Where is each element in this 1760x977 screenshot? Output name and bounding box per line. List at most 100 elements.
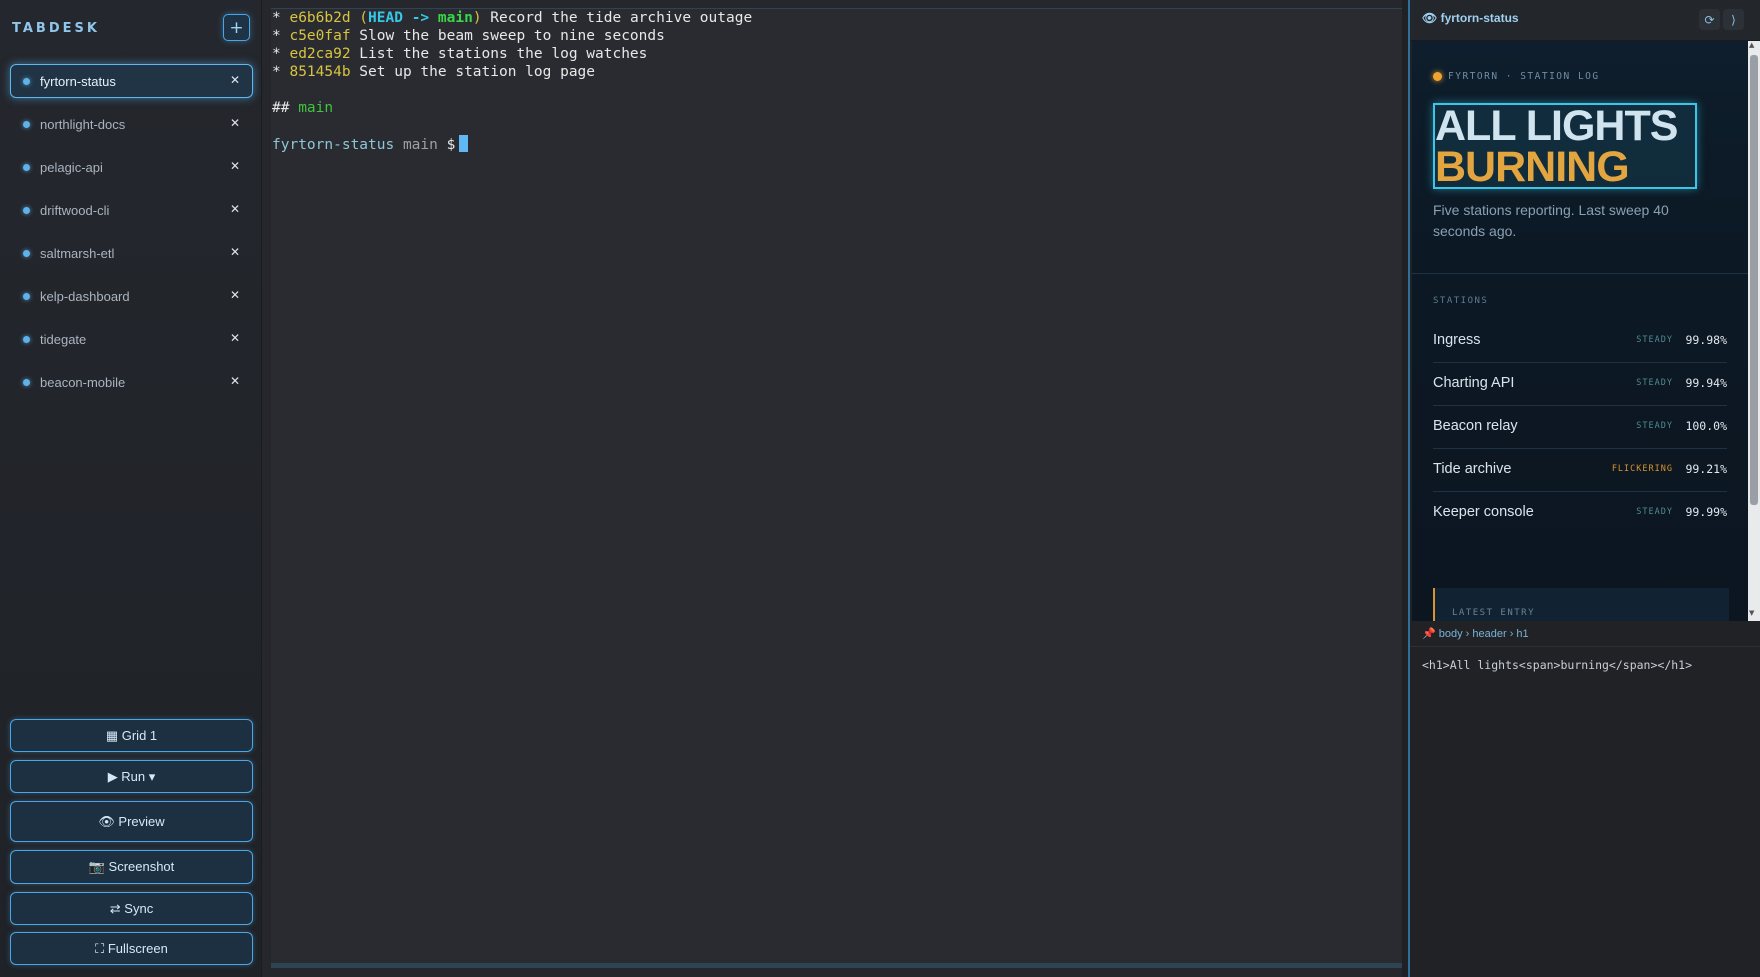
station-name: Keeper console bbox=[1433, 504, 1534, 520]
preview-panel: 👁 fyrtorn-status ⟳ ⟩ FYRTORN · STATION L… bbox=[1408, 0, 1760, 977]
commit-hash: e6b6b2d bbox=[289, 10, 351, 26]
preview-scrollbar[interactable]: ▲ ▼ bbox=[1748, 41, 1760, 621]
breadcrumb-path: body › header › h1 bbox=[1438, 628, 1529, 640]
run-button[interactable]: ▶ Run ▾ bbox=[10, 760, 253, 793]
commit-message: Slow the beam sweep to nine seconds bbox=[350, 28, 665, 44]
screenshot-button[interactable]: 📷 Screenshot bbox=[10, 850, 253, 884]
scroll-down-icon[interactable]: ▼ bbox=[1749, 609, 1754, 617]
close-icon[interactable]: ✕ bbox=[230, 73, 240, 87]
refresh-icon[interactable]: ⟳ bbox=[1699, 9, 1720, 30]
element-breadcrumb-bar: 📌 body › header › h1 bbox=[1410, 622, 1760, 647]
station-row: Ingress STEADY 99.98% bbox=[1433, 320, 1727, 363]
latest-entry-card: LATEST ENTRY bbox=[1433, 588, 1729, 621]
station-uptime: 99.99% bbox=[1685, 505, 1727, 519]
commit-hash: c5e0faf bbox=[289, 28, 351, 44]
tab-beacon-mobile[interactable]: beacon-mobile ✕ bbox=[10, 365, 253, 399]
station-name: Charting API bbox=[1433, 375, 1515, 391]
status-dot-icon bbox=[23, 249, 30, 257]
prompt-branch: main bbox=[394, 137, 447, 153]
status-dot-icon bbox=[23, 206, 30, 214]
preview-button[interactable]: 👁 Preview bbox=[10, 801, 253, 842]
beacon-lamp-icon bbox=[1433, 72, 1442, 81]
grid-button[interactable]: ▦ Grid 1 bbox=[10, 719, 253, 752]
station-row: Keeper console STEADY 99.99% bbox=[1433, 492, 1727, 535]
close-icon[interactable]: ✕ bbox=[230, 331, 240, 345]
commit-message: Set up the station log page bbox=[350, 64, 596, 80]
commit-message: Record the tide archive outage bbox=[481, 10, 753, 26]
site-eyebrow: FYRTORN · STATION LOG bbox=[1433, 71, 1600, 82]
station-uptime: 100.0% bbox=[1685, 419, 1727, 433]
new-tab-button[interactable]: + bbox=[223, 14, 250, 41]
station-uptime: 99.94% bbox=[1685, 376, 1727, 390]
close-icon[interactable]: ✕ bbox=[230, 374, 240, 388]
close-icon[interactable]: ✕ bbox=[230, 245, 240, 259]
scroll-up-icon[interactable]: ▲ bbox=[1749, 41, 1754, 49]
prompt-symbol: $ bbox=[446, 137, 456, 153]
station-status: STEADY bbox=[1636, 378, 1673, 388]
station-row: Beacon relay STEADY 100.0% bbox=[1433, 406, 1727, 449]
hero-heading: All lights burning bbox=[1433, 103, 1697, 189]
preview-viewport[interactable]: FYRTORN · STATION LOG All lights burning… bbox=[1412, 41, 1748, 621]
prompt-line: fyrtorn-status main $ bbox=[272, 135, 469, 153]
log-line: * 851454b Set up the station log page bbox=[272, 64, 596, 80]
pin-icon: 📌 bbox=[1422, 628, 1436, 640]
log-line: * c5e0faf Slow the beam sweep to nine se… bbox=[272, 28, 665, 44]
station-row: Charting API STEADY 99.94% bbox=[1433, 363, 1727, 406]
latest-entry-label: LATEST ENTRY bbox=[1452, 608, 1536, 618]
stations-heading: STATIONS bbox=[1433, 296, 1489, 306]
branch-ref: main bbox=[437, 10, 473, 26]
tab-saltmarsh-etl[interactable]: saltmarsh-etl ✕ bbox=[10, 236, 253, 270]
station-status: STEADY bbox=[1636, 335, 1673, 345]
tab-label: fyrtorn-status bbox=[40, 73, 116, 89]
status-branch: main bbox=[298, 100, 334, 116]
status-dot-icon bbox=[23, 292, 30, 300]
status-dot-icon bbox=[23, 120, 30, 128]
station-name: Tide archive bbox=[1433, 461, 1512, 477]
close-icon[interactable]: ✕ bbox=[230, 116, 240, 130]
status-dot-icon bbox=[23, 378, 30, 386]
breadcrumb[interactable]: 📌 body › header › h1 bbox=[1422, 627, 1529, 640]
terminal-output: * e6b6b2d (HEAD -> main) Record the tide… bbox=[272, 9, 752, 154]
tab-label: tidegate bbox=[40, 331, 87, 347]
station-row: Tide archive FLICKERING 99.21% bbox=[1433, 449, 1727, 492]
tab-fyrtorn-status[interactable]: fyrtorn-status ✕ bbox=[10, 64, 253, 98]
station-name: Beacon relay bbox=[1433, 418, 1518, 434]
station-name: Ingress bbox=[1433, 332, 1481, 348]
tab-label: pelagic-api bbox=[40, 159, 103, 175]
tab-label: northlight-docs bbox=[40, 116, 126, 132]
text-cursor bbox=[459, 135, 469, 152]
status-dot-icon bbox=[23, 77, 30, 85]
status-dot-icon bbox=[23, 335, 30, 343]
tab-pelagic-api[interactable]: pelagic-api ✕ bbox=[10, 150, 253, 184]
preview-title: 👁 fyrtorn-status bbox=[1422, 11, 1519, 25]
commit-hash: 851454b bbox=[289, 64, 351, 80]
sidebar: TABDESK + fyrtorn-status ✕ northlight-do… bbox=[0, 0, 262, 977]
tab-label: beacon-mobile bbox=[40, 374, 126, 390]
tab-label: saltmarsh-etl bbox=[40, 245, 115, 261]
station-uptime: 99.98% bbox=[1685, 333, 1727, 347]
close-icon[interactable]: ✕ bbox=[230, 288, 240, 302]
tab-tidegate[interactable]: tidegate ✕ bbox=[10, 322, 253, 356]
tab-kelp-dashboard[interactable]: kelp-dashboard ✕ bbox=[10, 279, 253, 313]
app-brand: TABDESK bbox=[12, 21, 100, 36]
scrollbar-thumb[interactable] bbox=[1750, 55, 1758, 505]
terminal[interactable]: * e6b6b2d (HEAD -> main) Record the tide… bbox=[271, 8, 1402, 968]
close-icon[interactable]: ✕ bbox=[230, 202, 240, 216]
status-dot-icon bbox=[23, 163, 30, 171]
fullscreen-button[interactable]: ⛶ Fullscreen bbox=[10, 932, 253, 965]
hero-lede: Five stations reporting. Last sweep 40 s… bbox=[1433, 202, 1669, 239]
station-status: STEADY bbox=[1636, 507, 1673, 517]
sync-button[interactable]: ⇄ Sync bbox=[10, 892, 253, 925]
station-uptime: 99.21% bbox=[1685, 462, 1727, 476]
status-line: ## main bbox=[272, 100, 334, 116]
close-icon[interactable]: ✕ bbox=[230, 159, 240, 173]
divider bbox=[1412, 273, 1748, 274]
tab-driftwood-cli[interactable]: driftwood-cli ✕ bbox=[10, 193, 253, 227]
commit-hash: ed2ca92 bbox=[289, 46, 351, 62]
prompt-repo: fyrtorn-status bbox=[272, 137, 395, 153]
tab-northlight-docs[interactable]: northlight-docs ✕ bbox=[10, 107, 253, 141]
log-line: * e6b6b2d (HEAD -> main) Record the tide… bbox=[272, 10, 753, 26]
collapse-icon[interactable]: ⟩ bbox=[1723, 9, 1744, 30]
hero-line-1: All lights bbox=[1435, 102, 1678, 150]
log-line: * ed2ca92 List the stations the log watc… bbox=[272, 46, 648, 62]
